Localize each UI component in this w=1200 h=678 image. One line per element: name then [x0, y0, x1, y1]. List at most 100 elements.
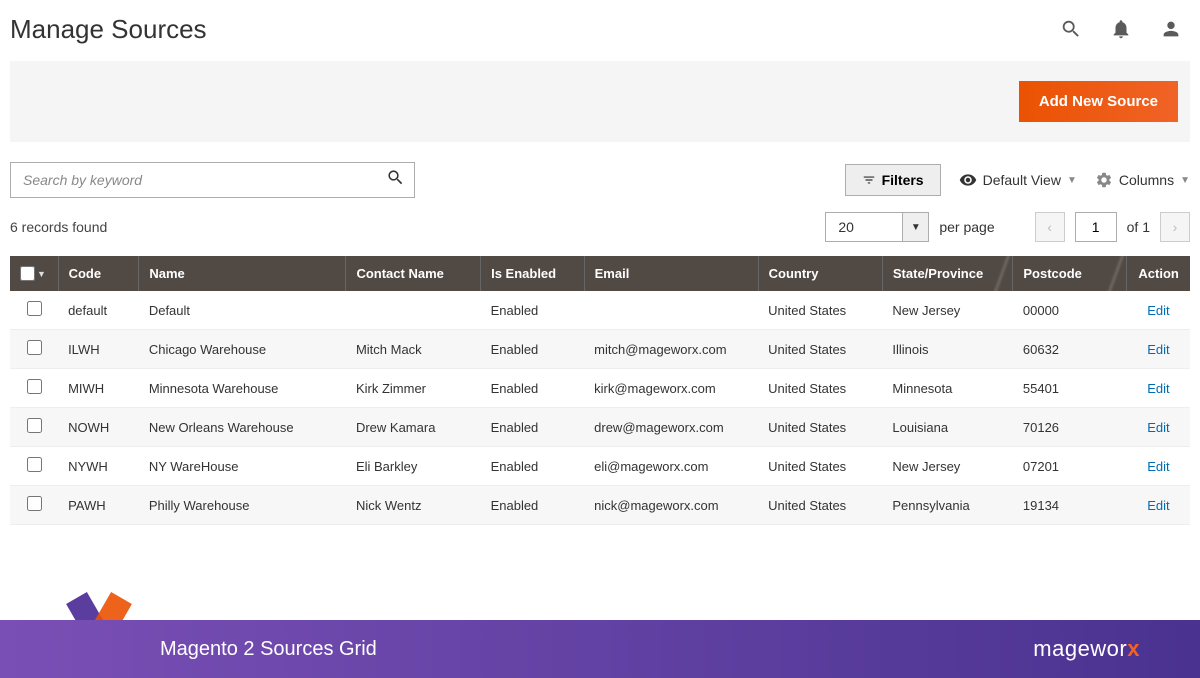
cell-is-enabled: Enabled	[481, 486, 585, 525]
cell-name: Philly Warehouse	[139, 486, 346, 525]
search-input[interactable]	[10, 162, 415, 198]
caret-down-icon: ▼	[1067, 175, 1077, 186]
cell-postcode: 07201	[1013, 447, 1127, 486]
cell-email: drew@mageworx.com	[584, 408, 758, 447]
meta-row: 6 records found 20 ▼ per page ‹ of 1 ›	[10, 212, 1190, 242]
row-checkbox[interactable]	[27, 496, 42, 511]
cell-state: Pennsylvania	[882, 486, 1012, 525]
per-page-value: 20	[825, 212, 903, 242]
edit-link[interactable]: Edit	[1147, 498, 1169, 513]
caret-down-icon: ▼	[1180, 175, 1190, 186]
cell-is-enabled: Enabled	[481, 447, 585, 486]
next-page-button[interactable]: ›	[1160, 212, 1190, 242]
cell-name: NY WareHouse	[139, 447, 346, 486]
col-header-code[interactable]: Code	[58, 256, 139, 291]
action-bar: Add New Source	[10, 61, 1190, 142]
cell-code: NYWH	[58, 447, 139, 486]
table-row: MIWHMinnesota WarehouseKirk ZimmerEnable…	[10, 369, 1190, 408]
toolbar-row: Filters Default View ▼ Columns ▼	[10, 162, 1190, 198]
filters-label: Filters	[882, 172, 924, 188]
cell-name: Minnesota Warehouse	[139, 369, 346, 408]
cell-state: New Jersey	[882, 447, 1012, 486]
gear-icon	[1095, 171, 1113, 189]
grid-header-row: ▼ Code Name Contact Name Is Enabled Emai…	[10, 256, 1190, 291]
cell-email: nick@mageworx.com	[584, 486, 758, 525]
cell-email: kirk@mageworx.com	[584, 369, 758, 408]
cell-country: United States	[758, 369, 882, 408]
cell-country: United States	[758, 408, 882, 447]
columns-control[interactable]: Columns ▼	[1095, 171, 1190, 189]
edit-link[interactable]: Edit	[1147, 381, 1169, 396]
edit-link[interactable]: Edit	[1147, 420, 1169, 435]
row-checkbox[interactable]	[27, 379, 42, 394]
cell-postcode: 60632	[1013, 330, 1127, 369]
default-view-control[interactable]: Default View ▼	[959, 171, 1077, 189]
cell-country: United States	[758, 291, 882, 330]
cell-contact-name: Mitch Mack	[346, 330, 481, 369]
table-row: ILWHChicago WarehouseMitch MackEnabledmi…	[10, 330, 1190, 369]
account-icon[interactable]	[1160, 18, 1182, 45]
select-all-checkbox[interactable]	[20, 266, 35, 281]
cell-is-enabled: Enabled	[481, 291, 585, 330]
caret-down-icon[interactable]: ▼	[903, 212, 929, 242]
caret-down-icon[interactable]: ▼	[37, 269, 46, 279]
default-view-label: Default View	[983, 172, 1061, 188]
col-header-postcode[interactable]: Postcode	[1013, 256, 1127, 291]
page-title: Manage Sources	[10, 14, 207, 45]
footer-title: Magento 2 Sources Grid	[160, 638, 377, 661]
cell-email: eli@mageworx.com	[584, 447, 758, 486]
cell-country: United States	[758, 330, 882, 369]
cell-name: New Orleans Warehouse	[139, 408, 346, 447]
cell-postcode: 70126	[1013, 408, 1127, 447]
col-header-email[interactable]: Email	[584, 256, 758, 291]
cell-state: Illinois	[882, 330, 1012, 369]
columns-label: Columns	[1119, 172, 1174, 188]
cell-name: Chicago Warehouse	[139, 330, 346, 369]
cell-contact-name: Eli Barkley	[346, 447, 481, 486]
cell-state: New Jersey	[882, 291, 1012, 330]
page-header: Manage Sources	[10, 8, 1190, 61]
cell-code: MIWH	[58, 369, 139, 408]
edit-link[interactable]: Edit	[1147, 459, 1169, 474]
col-header-contact-name[interactable]: Contact Name	[346, 256, 481, 291]
per-page-label: per page	[939, 219, 994, 235]
edit-link[interactable]: Edit	[1147, 303, 1169, 318]
eye-icon	[959, 171, 977, 189]
cell-name: Default	[139, 291, 346, 330]
cell-postcode: 55401	[1013, 369, 1127, 408]
cell-is-enabled: Enabled	[481, 330, 585, 369]
search-icon[interactable]	[386, 168, 405, 192]
cell-state: Louisiana	[882, 408, 1012, 447]
col-header-country[interactable]: Country	[758, 256, 882, 291]
add-new-source-button[interactable]: Add New Source	[1019, 81, 1178, 122]
per-page-select[interactable]: 20 ▼	[825, 212, 929, 242]
page-input[interactable]	[1075, 212, 1117, 242]
col-header-action: Action	[1127, 256, 1190, 291]
col-header-state[interactable]: State/Province	[882, 256, 1012, 291]
row-checkbox[interactable]	[27, 301, 42, 316]
col-header-is-enabled[interactable]: Is Enabled	[481, 256, 585, 291]
row-checkbox[interactable]	[27, 418, 42, 433]
filters-button[interactable]: Filters	[845, 164, 941, 196]
footer-banner: Magento 2 Sources Grid mageworx	[0, 620, 1200, 678]
table-row: NOWHNew Orleans WarehouseDrew KamaraEnab…	[10, 408, 1190, 447]
edit-link[interactable]: Edit	[1147, 342, 1169, 357]
cell-postcode: 19134	[1013, 486, 1127, 525]
search-icon[interactable]	[1060, 18, 1082, 45]
prev-page-button[interactable]: ‹	[1035, 212, 1065, 242]
row-checkbox[interactable]	[27, 340, 42, 355]
cell-email	[584, 291, 758, 330]
notifications-icon[interactable]	[1110, 18, 1132, 45]
pager: 20 ▼ per page ‹ of 1 ›	[825, 212, 1190, 242]
cell-code: ILWH	[58, 330, 139, 369]
row-checkbox[interactable]	[27, 457, 42, 472]
cell-country: United States	[758, 447, 882, 486]
cell-country: United States	[758, 486, 882, 525]
cell-email: mitch@mageworx.com	[584, 330, 758, 369]
col-header-name[interactable]: Name	[139, 256, 346, 291]
cell-contact-name	[346, 291, 481, 330]
cell-contact-name: Kirk Zimmer	[346, 369, 481, 408]
select-all-header[interactable]: ▼	[10, 256, 58, 291]
cell-is-enabled: Enabled	[481, 408, 585, 447]
of-pages-label: of 1	[1127, 219, 1150, 235]
